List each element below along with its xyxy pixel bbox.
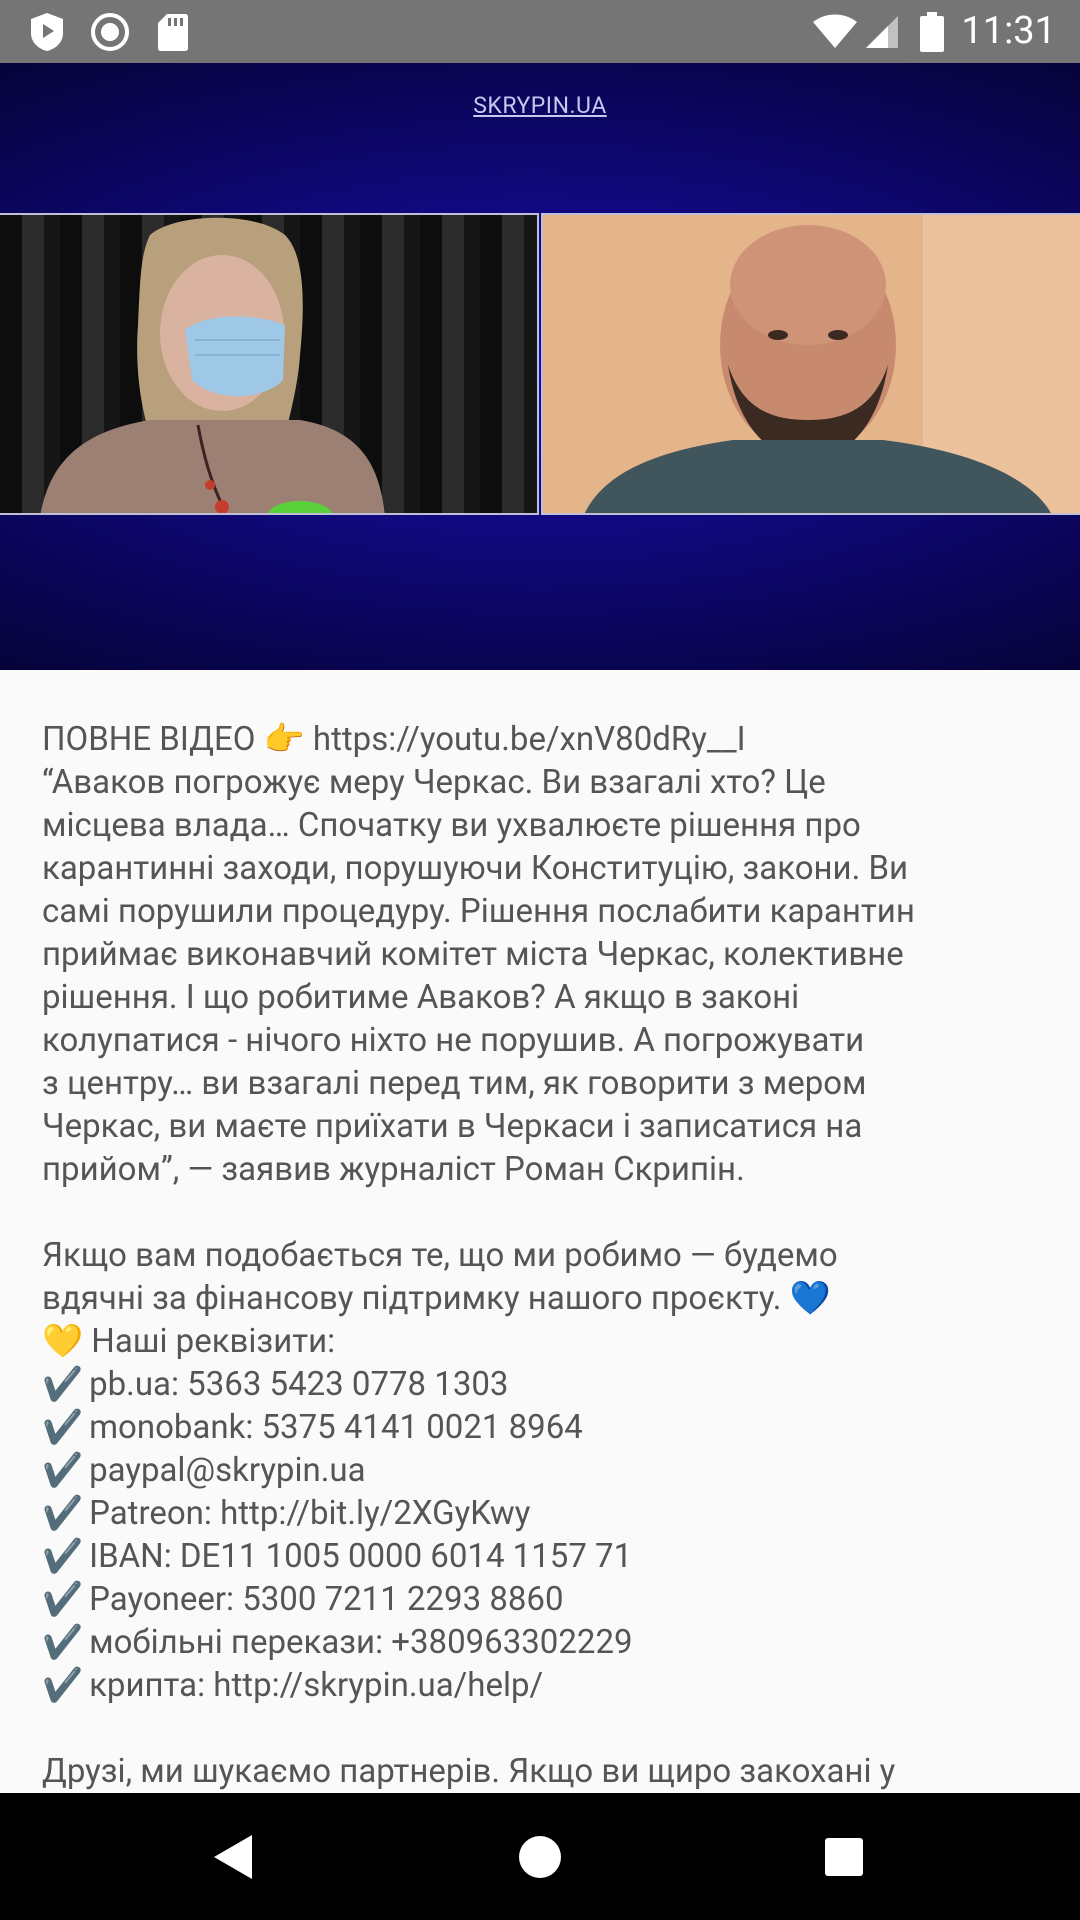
post-line: прийом”, — заявив журналіст Роман Скрипі… (42, 1150, 745, 1189)
checklist-item: ✔️ мобільні перекази: +380963302229 (42, 1621, 1042, 1664)
checkmark-icon: ✔️ (42, 1537, 84, 1576)
navigation-bar (0, 1793, 1080, 1920)
checkmark-icon: ✔️ (42, 1494, 84, 1533)
checkmark-icon: ✔️ (42, 1666, 84, 1705)
checklist-item: ✔️ paypal@skrypin.ua (42, 1449, 1042, 1492)
recents-button[interactable] (784, 1793, 904, 1920)
home-icon (519, 1835, 561, 1878)
checklist-item: ✔️ pb.ua: 5363 5423 0778 1303 (42, 1363, 1042, 1406)
checkmark-icon: ✔️ (42, 1365, 84, 1404)
recents-icon (825, 1837, 863, 1876)
checkmark-icon: ✔️ (42, 1408, 84, 1447)
wifi-icon (812, 0, 858, 63)
post-line: Черкас, ви маєте приїхати в Черкаси і за… (42, 1107, 863, 1146)
post-line: Якщо вам подобається те, що ми робимо — … (42, 1236, 838, 1275)
video-site-watermark: SKRYPIN.UA (473, 92, 607, 119)
video-frame-left (0, 213, 539, 515)
checklist-item: ✔️ Payoneer: 5300 7211 2293 8860 (42, 1578, 1042, 1621)
circle-icon (90, 0, 130, 63)
checklist-text: Patreon: http://bit.ly/2XGyKwy (89, 1494, 531, 1533)
checklist-text: monobank: 5375 4141 0021 8964 (89, 1408, 583, 1447)
post-line: приймає виконавчий комітет міста Черкас,… (42, 935, 904, 974)
post-line: ПОВНЕ ВІДЕО 👉 https://youtu.be/xnV80dRy_… (42, 720, 746, 759)
post-line: карантинні заходи, порушуючи Конституцію… (42, 849, 909, 888)
checklist-item: ✔️ крипта: http://skrypin.ua/help/ (42, 1664, 1042, 1707)
cell-signal-icon (864, 0, 900, 63)
checklist-text: paypal@skrypin.ua (89, 1451, 366, 1490)
post-line: з центру… ви взагалі перед тим, як говор… (42, 1064, 867, 1103)
battery-icon (919, 0, 945, 63)
post-content[interactable]: ПОВНЕ ВІДЕО 👉 https://youtu.be/xnV80dRy_… (0, 670, 1080, 1793)
checkmark-icon: ✔️ (42, 1623, 84, 1662)
post-line: самі порушили процедуру. Рішення послаби… (42, 892, 915, 931)
post-line: 💛 Наші реквізити: (42, 1322, 336, 1361)
checklist-item: ✔️ monobank: 5375 4141 0021 8964 (42, 1406, 1042, 1449)
checkmark-icon: ✔️ (42, 1451, 84, 1490)
checklist-text: IBAN: DE11 1005 0000 6014 1157 71 (89, 1537, 633, 1576)
post-line: “Аваков погрожує меру Черкас. Ви взагалі… (42, 763, 826, 802)
post-line: колупатися - нічого ніхто не порушив. А … (42, 1021, 865, 1060)
clock: 11:31 (961, 9, 1056, 53)
post-line: Друзі, ми шукаємо партнерів. Якщо ви щир… (42, 1752, 896, 1791)
checklist-text: крипта: http://skrypin.ua/help/ (89, 1666, 544, 1705)
checklist-item: ✔️ Patreon: http://bit.ly/2XGyKwy (42, 1492, 1042, 1535)
checklist-text: Payoneer: 5300 7211 2293 8860 (89, 1580, 564, 1619)
back-icon (214, 1834, 252, 1879)
status-bar: 11:31 (0, 0, 1080, 63)
checklist-item: ✔️ IBAN: DE11 1005 0000 6014 1157 71 (42, 1535, 1042, 1578)
video-player[interactable]: SKRYPIN.UA (0, 63, 1080, 670)
checklist-text: pb.ua: 5363 5423 0778 1303 (89, 1365, 509, 1404)
play-protect-icon (28, 0, 66, 63)
sd-card-icon (157, 0, 189, 63)
post-line: вдячні за фінансову підтримку нашого про… (42, 1279, 831, 1318)
checkmark-icon: ✔️ (42, 1580, 84, 1619)
post-line: рішення. І що робитиме Аваков? А якщо в … (42, 978, 800, 1017)
back-button[interactable] (174, 1793, 294, 1920)
home-button[interactable] (480, 1793, 600, 1920)
video-frame-right (541, 213, 1080, 515)
checklist-text: мобільні перекази: +380963302229 (89, 1623, 633, 1662)
post-line: місцева влада… Спочатку ви ухвалюєте ріш… (42, 806, 861, 845)
post-description: ПОВНЕ ВІДЕО 👉 https://youtu.be/xnV80dRy_… (42, 718, 1042, 1793)
